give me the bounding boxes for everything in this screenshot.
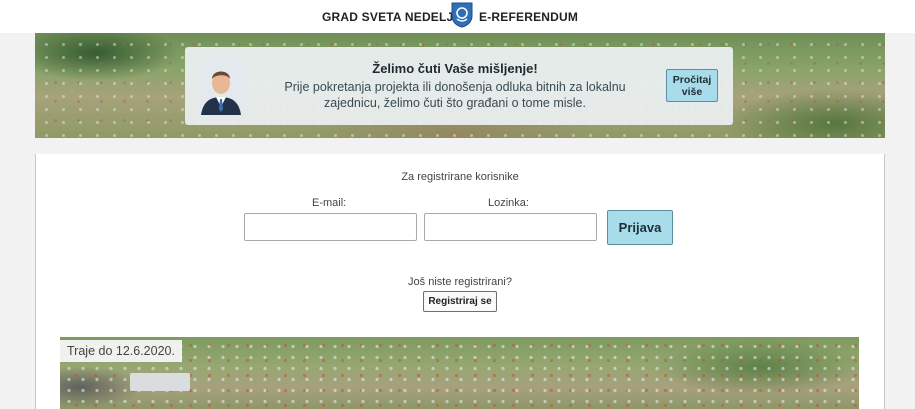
hero-info-card: Želimo čuti Vaše mišljenje! Prije pokret…	[185, 47, 733, 125]
password-field[interactable]	[424, 213, 597, 241]
referendum-duration-badge: Traje do 12.6.2020.	[60, 340, 182, 362]
top-header: GRAD SVETA NEDELJA E-REFERENDUM	[0, 0, 915, 33]
city-name: GRAD SVETA NEDELJA	[322, 10, 463, 24]
not-registered-prompt: Još niste registrirani?	[408, 276, 512, 288]
email-label: E-mail:	[312, 197, 347, 209]
hero-description: Prije pokretanja projekta ili donošenja …	[284, 80, 626, 110]
email-field[interactable]	[244, 213, 417, 241]
city-crest-icon[interactable]	[451, 2, 473, 28]
building-shape	[130, 373, 190, 391]
hero-banner: Želimo čuti Vaše mišljenje! Prije pokret…	[35, 33, 885, 138]
login-button[interactable]: Prijava	[607, 210, 673, 245]
hero-title: Želimo čuti Vaše mišljenje!	[372, 61, 538, 76]
password-label: Lozinka:	[488, 197, 529, 209]
read-more-button[interactable]: Pročitaj više	[666, 69, 718, 102]
login-section-title: Za registrirane korisnike	[401, 171, 519, 183]
app-name: E-REFERENDUM	[479, 10, 579, 24]
mayor-avatar	[197, 57, 245, 115]
register-button[interactable]: Registriraj se	[423, 291, 497, 312]
